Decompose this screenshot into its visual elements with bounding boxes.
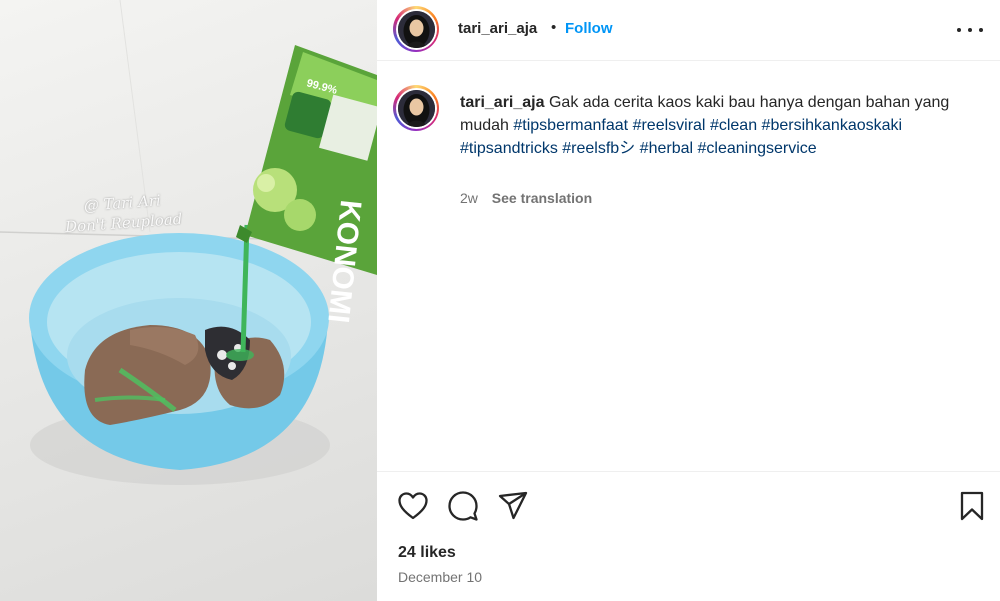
follow-button[interactable]: Follow xyxy=(565,20,613,37)
post-header: tari_ari_aja • Follow xyxy=(377,0,1000,61)
post-age[interactable]: 2w xyxy=(460,190,478,206)
hashtag[interactable]: #bersihkankaoskaki xyxy=(762,117,903,134)
actions-section: 24 likes December 10 xyxy=(377,471,1000,601)
hashtag[interactable]: #reelsfbシ xyxy=(562,140,635,157)
hashtag[interactable]: #cleaningservice xyxy=(698,140,817,157)
hashtag[interactable]: #herbal xyxy=(640,140,693,157)
post-media[interactable]: KONOMI 99.9% @ Tari Ari Don't Reupload xyxy=(0,0,377,601)
avatar-image xyxy=(397,10,435,48)
caption-username[interactable]: tari_ari_aja xyxy=(460,94,545,111)
caption-text: tari_ari_aja Gak ada cerita kaos kaki ba… xyxy=(460,91,960,160)
see-translation-button[interactable]: See translation xyxy=(492,190,592,206)
caption-section: tari_ari_aja Gak ada cerita kaos kaki ba… xyxy=(377,61,1000,471)
post-panel: tari_ari_aja • Follow tari_ari_aja Gak a… xyxy=(377,0,1000,601)
likes-count[interactable]: 24 likes xyxy=(398,544,456,562)
hashtag[interactable]: #tipsandtricks xyxy=(460,140,558,157)
hashtag[interactable]: #tipsbermanfaat xyxy=(513,117,628,134)
post-date[interactable]: December 10 xyxy=(398,569,482,585)
media-illustration: KONOMI 99.9% xyxy=(0,0,377,485)
caption-meta: 2w See translation xyxy=(460,190,592,206)
more-options-icon[interactable] xyxy=(957,20,983,40)
avatar-image xyxy=(397,89,435,127)
separator-dot: • xyxy=(551,19,557,36)
comment-icon[interactable] xyxy=(446,489,480,523)
caption-avatar[interactable] xyxy=(393,85,439,131)
heart-icon[interactable] xyxy=(396,489,430,523)
share-icon[interactable] xyxy=(496,489,530,523)
header-username[interactable]: tari_ari_aja xyxy=(458,20,537,37)
bookmark-icon[interactable] xyxy=(955,489,989,523)
hashtag[interactable]: #reelsviral xyxy=(633,117,706,134)
hashtag[interactable]: #clean xyxy=(710,117,757,134)
author-avatar[interactable] xyxy=(393,6,439,52)
